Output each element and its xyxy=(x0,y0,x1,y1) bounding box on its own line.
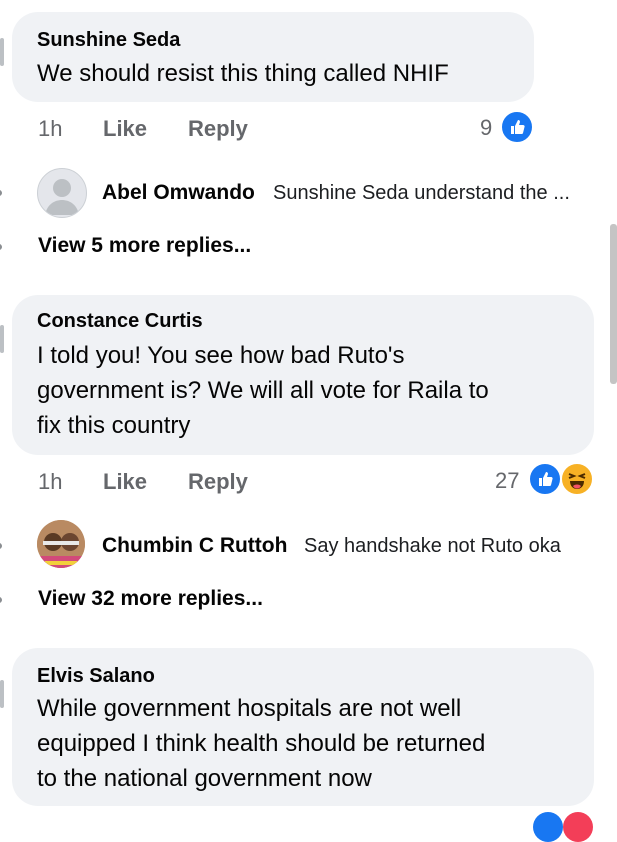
reply-button[interactable]: Reply xyxy=(188,116,248,142)
thread-dot xyxy=(0,190,2,196)
avatar[interactable] xyxy=(37,520,85,568)
thread-line xyxy=(0,325,4,353)
reply-text[interactable]: Sunshine Seda understand the ... xyxy=(273,182,570,205)
like-button[interactable]: Like xyxy=(103,469,147,495)
default-avatar-icon xyxy=(45,179,79,215)
comment-time[interactable]: 1h xyxy=(38,469,62,495)
reaction-count[interactable]: 27 xyxy=(495,468,519,494)
comment-time[interactable]: 1h xyxy=(38,116,62,142)
view-more-replies[interactable]: View 32 more replies... xyxy=(38,587,263,611)
thread-line xyxy=(0,680,4,708)
reply-author[interactable]: Chumbin C Ruttoh xyxy=(102,534,287,558)
reply-button[interactable]: Reply xyxy=(188,469,248,495)
scrollbar[interactable] xyxy=(610,224,617,384)
comment-bubble[interactable]: Sunshine Seda We should resist this thin… xyxy=(12,12,534,102)
comment-bubble[interactable]: Constance Curtis I told you! You see how… xyxy=(12,295,594,455)
comment-text-line: I told you! You see how bad Ruto's xyxy=(37,342,405,369)
view-more-replies[interactable]: View 5 more replies... xyxy=(38,234,251,258)
haha-icon xyxy=(560,462,594,496)
comment-author[interactable]: Sunshine Seda xyxy=(37,28,180,52)
comment-text-line: equipped I think health should be return… xyxy=(37,730,486,757)
comment-text-line: government is? We will all vote for Rail… xyxy=(37,377,489,404)
comment-author[interactable]: Elvis Salano xyxy=(37,664,155,688)
comment-text-line: to the national government now xyxy=(37,765,372,792)
thread-dot xyxy=(0,597,2,603)
thread-line xyxy=(0,38,4,66)
thread-dot xyxy=(0,244,2,250)
like-icon xyxy=(533,812,563,842)
avatar[interactable] xyxy=(37,168,87,218)
love-icon xyxy=(563,812,593,842)
profile-photo-icon xyxy=(37,520,85,568)
comment-text-line: While government hospitals are not well xyxy=(37,695,462,722)
comment-author[interactable]: Constance Curtis xyxy=(37,309,203,333)
thread-dot xyxy=(0,543,2,549)
reply-text[interactable]: Say handshake not Ruto oka xyxy=(304,535,561,558)
comment-bubble[interactable]: Elvis Salano While government hospitals … xyxy=(12,648,594,806)
like-icon xyxy=(528,462,562,496)
like-icon xyxy=(500,110,534,144)
reply-author[interactable]: Abel Omwando xyxy=(102,181,255,205)
comment-text-line: fix this country xyxy=(37,412,191,439)
reaction-count[interactable]: 9 xyxy=(480,115,492,141)
like-button[interactable]: Like xyxy=(103,116,147,142)
comment-text: We should resist this thing called NHIF xyxy=(37,60,449,87)
